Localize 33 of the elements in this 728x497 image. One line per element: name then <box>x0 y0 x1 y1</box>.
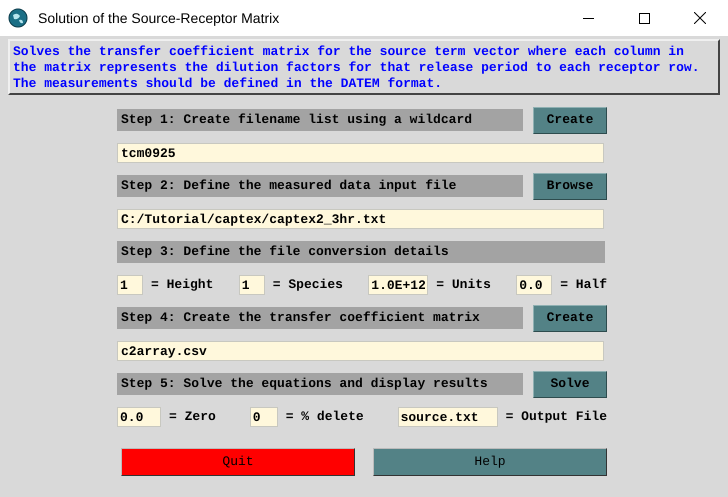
help-button[interactable]: Help <box>373 448 607 476</box>
field-label: = Zero <box>169 408 216 426</box>
step-label: Step 5: Solve the equations and display results <box>117 373 523 395</box>
field-label: = Output File <box>506 408 607 426</box>
step-label: Step 3: Define the file conversion details <box>117 241 605 263</box>
value-field[interactable]: source.txt <box>398 407 498 427</box>
value-field[interactable]: 0 <box>250 407 278 427</box>
field-label: = % delete <box>286 408 364 426</box>
quit-button[interactable]: Quit <box>121 448 355 476</box>
action-button[interactable]: Create <box>533 304 607 332</box>
text-field[interactable]: c2array.csv <box>117 341 604 361</box>
maximize-icon <box>638 12 650 24</box>
value-field[interactable]: 0.0 <box>117 407 161 427</box>
value-field[interactable]: 0.0 <box>516 275 552 295</box>
action-button[interactable]: Solve <box>533 370 607 398</box>
window-title: Solution of the Source-Receptor Matrix <box>38 8 280 28</box>
field-label: = Half <box>560 276 607 294</box>
action-button[interactable]: Create <box>533 106 607 134</box>
globe-icon <box>8 8 28 28</box>
field-label: = Units <box>436 276 491 294</box>
step-label: Step 1: Create filename list using a wildcard <box>117 109 523 131</box>
value-field[interactable]: 1 <box>117 275 143 295</box>
description: Solves the transfer coefficient matrix for the source term vector where each column in the matrix represents the dilution factors for that release period to each receptor row. The measurements should be defined in the DATEM format. <box>8 39 720 95</box>
text-field[interactable]: tcm0925 <box>117 143 604 163</box>
field-label: = Height <box>151 276 214 294</box>
value-field[interactable]: 1 <box>238 275 265 295</box>
close-icon <box>694 12 706 24</box>
step-label: Step 4: Create the transfer coefficient matrix <box>117 307 523 329</box>
text-field[interactable]: C:/Tutorial/captex/captex2_3hr.txt <box>117 209 604 229</box>
field-label: = Species <box>272 276 343 294</box>
action-button[interactable]: Browse <box>533 172 607 200</box>
value-field[interactable]: 1.0E+12 <box>368 275 428 295</box>
step-label: Step 2: Define the measured data input file <box>117 175 523 197</box>
